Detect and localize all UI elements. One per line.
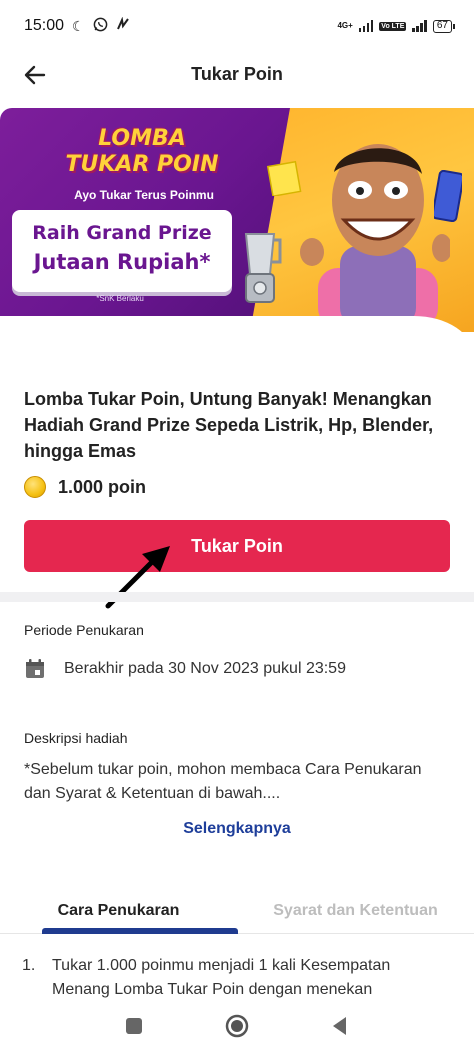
whatsapp-icon xyxy=(93,17,108,35)
gift-box-icon xyxy=(266,160,302,196)
calendar-icon xyxy=(26,659,44,678)
periode-row: Berakhir pada 30 Nov 2023 pukul 23:59 xyxy=(24,658,346,680)
active-tab-indicator xyxy=(42,928,238,934)
periode-label: Periode Penukaran xyxy=(24,622,144,638)
status-time: 15:00 xyxy=(24,17,65,34)
selengkapnya-link[interactable]: Selengkapnya xyxy=(0,820,474,838)
battery-icon: 67 xyxy=(432,19,456,33)
signal-icon xyxy=(358,20,374,32)
banner-title-line2: TUKAR POIN xyxy=(65,152,219,177)
system-nav-bar xyxy=(0,998,474,1053)
section-divider xyxy=(0,592,474,602)
signal-icon-2 xyxy=(412,20,427,32)
reward-headline: Lomba Tukar Poin, Untung Banyak! Menangk… xyxy=(24,389,434,461)
status-bar: 15:00 ☾ 4G+ Vo LTE 67 xyxy=(0,0,474,52)
system-back-button[interactable] xyxy=(326,1012,354,1040)
app-bar: Tukar Poin xyxy=(0,52,474,96)
banner-terms: *SnK Berlaku xyxy=(96,294,144,303)
page-title: Tukar Poin xyxy=(191,63,283,84)
deskripsi-label: Deskripsi hadiah xyxy=(24,730,128,746)
excited-man-illustration xyxy=(300,144,450,328)
prize-line1: Raih Grand Prize xyxy=(32,222,212,244)
recent-apps-button[interactable] xyxy=(120,1012,148,1040)
coin-icon xyxy=(24,476,46,498)
prize-line2: Jutaan Rupiah* xyxy=(33,250,211,274)
step-text: Tukar 1.000 poinmu menjadi 1 kali Kesemp… xyxy=(52,957,391,998)
banner-title: LOMBA TUKAR POIN xyxy=(62,126,222,178)
banner-tagline: Ayo Tukar Terus Poinmu xyxy=(74,188,214,202)
arrow-left-icon xyxy=(24,65,46,85)
home-button[interactable] xyxy=(223,1012,251,1040)
tab-syarat-ketentuan[interactable]: Syarat dan Ketentuan xyxy=(237,888,474,934)
promo-banner: LOMBA TUKAR POIN Ayo Tukar Terus Poinmu … xyxy=(0,108,474,332)
back-button[interactable] xyxy=(20,60,50,90)
network-type: 4G+ xyxy=(337,21,353,30)
points-row: 1.000 poin xyxy=(24,476,146,498)
blender-icon xyxy=(244,233,282,303)
list-item: 1. Tukar 1.000 poinmu menjadi 1 kali Kes… xyxy=(22,954,452,1002)
smartphone-icon xyxy=(434,170,462,222)
deskripsi-text: *Sebelum tukar poin, mohon membaca Cara … xyxy=(24,761,422,802)
volte-badge: Vo LTE xyxy=(379,21,407,31)
tukar-poin-button[interactable]: Tukar Poin xyxy=(24,520,450,572)
app-notification-icon xyxy=(116,16,130,35)
moon-icon: ☾ xyxy=(72,17,85,34)
prize-box: Raih Grand Prize Jutaan Rupiah* xyxy=(12,210,232,292)
points-value: 1.000 poin xyxy=(58,476,147,497)
step-number: 1. xyxy=(22,957,36,974)
periode-value: Berakhir pada 30 Nov 2023 pukul 23:59 xyxy=(64,660,346,677)
banner-title-line1: LOMBA xyxy=(98,126,186,151)
banner-curve xyxy=(0,316,474,376)
